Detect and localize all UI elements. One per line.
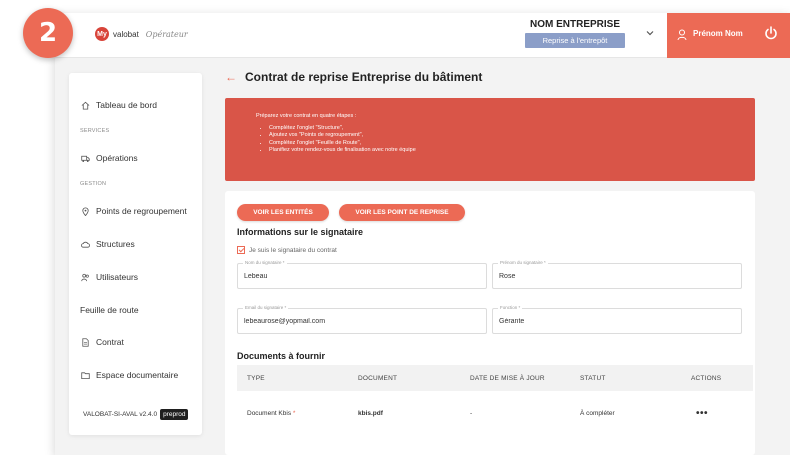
signatory-title: Informations sur le signataire (237, 227, 364, 237)
env-badge: preprod (160, 409, 189, 420)
info-step: Ajoutez vos "Points de regroupement", (269, 132, 416, 139)
field-label: Prénom du signataire * (498, 260, 548, 265)
app-window: My valobat Opérateur NOM ENTREPRISE Repr… (55, 13, 790, 455)
first-name-field[interactable]: Prénom du signataire * (492, 260, 742, 289)
sidebar-item-label: Tableau de bord (96, 100, 157, 110)
info-heading: Préparez votre contrat en quatre étapes … (256, 113, 357, 119)
home-icon (81, 101, 90, 110)
sidebar-item-label: Opérations (96, 153, 138, 163)
user-icon (677, 29, 687, 41)
info-step: Planifiez votre rendez-vous de finalisat… (269, 147, 416, 154)
view-entities-button[interactable]: VOIR LES ENTITÉS (237, 204, 329, 221)
table-cell-type: Document Kbis * (247, 410, 295, 417)
cloud-icon (81, 241, 90, 248)
info-steps: Complétez l'onglet "Structure", Ajoutez … (269, 125, 416, 155)
main-content: ← Contrat de reprise Entreprise du bâtim… (225, 58, 765, 455)
column-header: DOCUMENT (358, 375, 398, 382)
folder-icon (81, 371, 90, 379)
field-label: Fonction * (498, 305, 523, 310)
version-text: VALOBAT-SI-AVAL v2.4.0 (83, 411, 158, 418)
map-pin-icon (82, 207, 89, 216)
sidebar-item-contract[interactable]: Contrat (81, 337, 124, 347)
sidebar-item-label: Points de regroupement (96, 206, 187, 216)
company-selector[interactable]: NOM ENTREPRISE Reprise à l'entrepôt (525, 19, 625, 48)
documents-table-header: TYPE DOCUMENT DATE DE MISE À JOUR STATUT… (237, 365, 753, 391)
sidebar-item-points[interactable]: Points de regroupement (81, 206, 187, 216)
logo-text: valobat (113, 29, 139, 39)
info-step: Complétez l'onglet "Feuille de Route", (269, 140, 416, 147)
table-cell-status: À compléter (580, 410, 615, 417)
back-arrow-icon[interactable]: ← (225, 70, 237, 84)
sidebar-section-services: SERVICES (80, 128, 110, 134)
sidebar-item-label: Feuille de route (80, 305, 139, 315)
column-header: DATE DE MISE À JOUR (470, 375, 545, 382)
column-header: TYPE (247, 375, 265, 382)
field-label: Email du signataire * (243, 305, 289, 310)
company-name: NOM ENTREPRISE (529, 19, 620, 30)
field-label: Nom du signataire * (243, 260, 287, 265)
sidebar-item-users[interactable]: Utilisateurs (81, 272, 138, 282)
user-menu-button[interactable]: Prénom Nom (667, 13, 790, 58)
function-input[interactable] (499, 318, 735, 325)
sidebar-item-structures[interactable]: Structures (81, 239, 135, 249)
last-name-input[interactable] (244, 273, 480, 280)
sidebar: Tableau de bord SERVICES Opérations GEST… (69, 73, 202, 435)
signatory-checkbox[interactable] (237, 246, 245, 254)
last-name-field[interactable]: Nom du signataire * (237, 260, 487, 289)
first-name-input[interactable] (499, 273, 735, 280)
document-type: Document Kbis (247, 410, 292, 417)
column-header: STATUT (580, 375, 606, 382)
app-logo[interactable]: My valobat Opérateur (95, 27, 188, 41)
chevron-down-icon[interactable] (645, 28, 655, 38)
top-bar: My valobat Opérateur NOM ENTREPRISE Repr… (55, 13, 790, 58)
required-marker: * (292, 410, 296, 417)
sidebar-item-roadmap[interactable]: Feuille de route (80, 305, 139, 315)
email-input[interactable] (244, 318, 480, 325)
email-field[interactable]: Email du signataire * (237, 305, 487, 334)
truck-icon (81, 155, 90, 162)
contract-card: VOIR LES ENTITÉS VOIR LES POINT DE REPRI… (225, 191, 755, 455)
info-step: Complétez l'onglet "Structure", (269, 125, 416, 132)
view-pickup-points-button[interactable]: VOIR LES POINT DE REPRISE (339, 204, 465, 221)
step-number-badge: 2 (23, 8, 73, 58)
sidebar-item-label: Utilisateurs (96, 272, 139, 282)
table-cell-date: - (470, 410, 473, 417)
info-banner: Préparez votre contrat en quatre étapes … (225, 98, 755, 181)
app-version: VALOBAT-SI-AVAL v2.4.0 preprod (83, 409, 189, 420)
sidebar-item-documents[interactable]: Espace documentaire (81, 370, 178, 380)
sidebar-item-dashboard[interactable]: Tableau de bord (81, 100, 157, 110)
user-name: Prénom Nom (693, 29, 743, 38)
checkbox-label: Je suis le signataire du contrat (249, 246, 337, 254)
page-title: ← Contrat de reprise Entreprise du bâtim… (225, 70, 482, 84)
row-actions-menu[interactable]: ••• (696, 408, 708, 419)
page-title-text: Contrat de reprise Entreprise du bâtimen… (245, 70, 483, 84)
company-role-badge: Reprise à l'entrepôt (525, 33, 625, 48)
sidebar-item-label: Espace documentaire (96, 370, 179, 380)
function-field[interactable]: Fonction * (492, 305, 742, 334)
document-icon (82, 337, 89, 347)
table-cell-document[interactable]: kbis.pdf (358, 410, 383, 417)
logo-script: Opérateur (145, 29, 188, 39)
sidebar-item-operations[interactable]: Opérations (81, 153, 138, 163)
sidebar-section-gestion: GESTION (80, 181, 107, 187)
column-header: ACTIONS (691, 375, 722, 382)
users-icon (81, 273, 89, 281)
documents-title: Documents à fournir (237, 351, 326, 361)
logo-mark: My (95, 27, 109, 41)
signatory-checkbox-row[interactable]: Je suis le signataire du contrat (237, 246, 337, 254)
power-icon[interactable] (763, 25, 779, 41)
sidebar-item-label: Structures (96, 239, 135, 249)
sidebar-item-label: Contrat (96, 337, 124, 347)
